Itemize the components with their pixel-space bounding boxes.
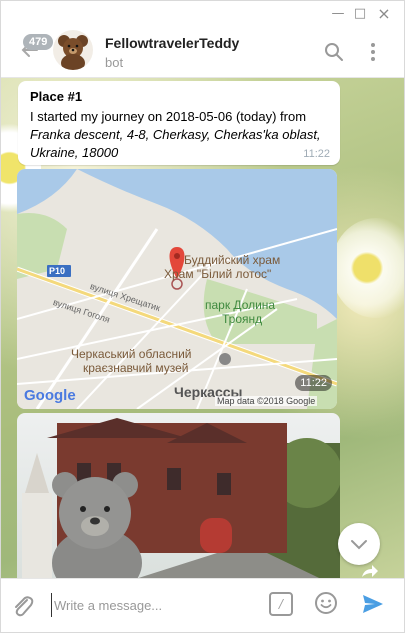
map-label-temple-2: Храм "Білий лотос" — [164, 267, 272, 281]
emoji-icon[interactable] — [314, 591, 338, 615]
minimize-button[interactable]: — — [329, 5, 347, 23]
teddy-photo — [17, 413, 340, 578]
message-composer: / — [1, 578, 404, 632]
chevron-down-icon — [351, 540, 367, 550]
message-time: 11:22 — [303, 148, 330, 160]
paperclip-icon[interactable] — [11, 593, 35, 619]
message-address: Franka descent, 4-8, Cherkasy, Cherkas'k… — [30, 127, 321, 160]
close-button[interactable]: × — [375, 5, 393, 23]
message-bubble[interactable]: Place #1 I started my journey on 2018-05… — [18, 81, 340, 165]
send-icon[interactable] — [361, 592, 385, 616]
message-input[interactable] — [51, 593, 254, 617]
chat-history[interactable]: Place #1 I started my journey on 2018-05… — [1, 78, 404, 578]
message-prefix: I started my journey on 2018-05-06 (toda… — [30, 109, 307, 124]
more-options-icon[interactable] — [362, 41, 384, 63]
photo-message[interactable] — [17, 413, 340, 578]
title-bar: — □ × — [1, 1, 404, 27]
bot-avatar[interactable] — [53, 30, 93, 70]
map-label-museum: Черкаський обласний — [71, 347, 192, 361]
map-label-temple: Буддийский храм — [184, 253, 281, 267]
chat-header: 479 FellowtravelerTeddy bot — [1, 27, 404, 78]
back-button[interactable]: 479 — [15, 31, 55, 71]
teddy-bear-icon — [53, 30, 93, 70]
location-map[interactable]: Буддийский храм Храм "Білий лотос" P10 в… — [17, 169, 337, 409]
scroll-down-button[interactable] — [338, 523, 380, 565]
map-label-museum-2: краєзнавчий музей — [83, 361, 189, 375]
message-text: I started my journey on 2018-05-06 (toda… — [30, 108, 330, 162]
chat-subtitle: bot — [105, 55, 124, 70]
bot-commands-button[interactable]: / — [269, 592, 293, 616]
share-icon[interactable] — [360, 563, 380, 578]
chat-title[interactable]: FellowtravelerTeddy — [105, 35, 239, 51]
map-message-time: 11:22 — [295, 375, 332, 391]
map-label-park: парк Долина — [205, 298, 276, 312]
telegram-window: — □ × 479 FellowtravelerTeddy bot Place … — [0, 0, 405, 633]
search-icon[interactable] — [323, 41, 345, 63]
daisy-decoration — [331, 218, 404, 318]
unread-count-badge: 479 — [23, 34, 54, 50]
message-title: Place #1 — [30, 89, 83, 104]
map-label-park-2: Троянд — [222, 312, 263, 326]
map-road-badge: P10 — [49, 266, 66, 276]
google-logo: Google — [24, 387, 76, 404]
maximize-button[interactable]: □ — [351, 5, 369, 23]
map-attribution: Map data ©2018 Google — [215, 396, 318, 406]
